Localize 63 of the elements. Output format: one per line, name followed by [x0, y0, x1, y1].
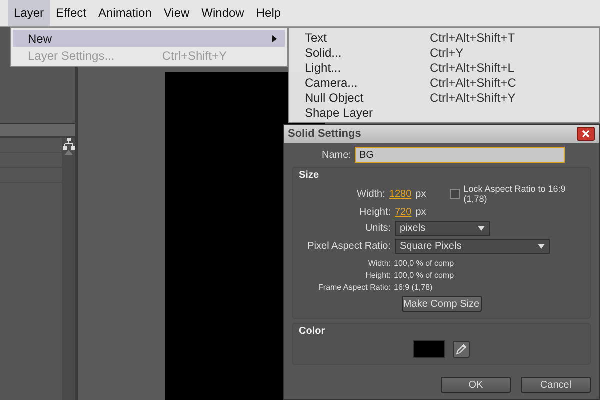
- menu-item[interactable]: Layer: [8, 0, 50, 26]
- width-value[interactable]: 1280: [389, 188, 412, 200]
- info-label: Width:: [367, 258, 391, 268]
- menu-item-label: Shape Layer: [305, 106, 374, 120]
- menu-item[interactable]: View: [158, 0, 196, 26]
- unit-label: px: [416, 188, 426, 200]
- field-label: Name:: [322, 150, 352, 160]
- menu-item[interactable]: Help: [250, 0, 288, 26]
- units-dropdown[interactable]: pixels: [395, 221, 490, 236]
- shortcut-text: Ctrl+Shift+Y: [162, 48, 227, 62]
- field-label: Pixel Aspect Ratio:: [306, 241, 391, 252]
- menu-item[interactable]: Light... Ctrl+Alt+Shift+L: [289, 60, 599, 75]
- menu-item-label: Layer Settings...: [28, 48, 116, 62]
- menu-item-label: Solid...: [305, 46, 343, 60]
- shortcut-text: Ctrl+Alt+Shift+T: [430, 30, 516, 44]
- menu-item[interactable]: Window: [196, 0, 250, 26]
- group-title: Size: [299, 170, 320, 181]
- menu-item[interactable]: New: [13, 30, 285, 47]
- dialog-button[interactable]: Cancel: [521, 377, 591, 393]
- submenu-arrow-icon: [272, 34, 277, 42]
- pixel-aspect-dropdown[interactable]: Square Pixels: [395, 239, 550, 254]
- close-button[interactable]: [577, 127, 595, 141]
- lock-checkbox[interactable]: [450, 189, 460, 199]
- shortcut-text: Ctrl+Alt+Shift+C: [430, 76, 516, 90]
- scroll-up-icon[interactable]: [64, 150, 72, 155]
- info-value: 16:9 (1,78): [394, 282, 433, 292]
- checkbox-label: Lock Aspect Ratio to 16:9 (1,78): [464, 184, 567, 204]
- field-label: Width:: [356, 188, 386, 200]
- menu-item-label: Light...: [305, 60, 342, 74]
- info-value: 100,0 % of comp: [394, 258, 454, 268]
- shortcut-text: Ctrl+Y: [430, 46, 464, 60]
- menu-item[interactable]: Animation: [92, 0, 158, 26]
- menu-item[interactable]: Text Ctrl+Alt+Shift+T: [289, 30, 599, 45]
- unit-label: px: [416, 207, 426, 218]
- make-comp-size-button[interactable]: Make Comp Size: [402, 296, 482, 312]
- hierarchy-icon[interactable]: [62, 138, 74, 150]
- close-icon: [582, 130, 590, 138]
- group-title: Color: [299, 326, 326, 337]
- menu-item[interactable]: Effect: [50, 0, 92, 26]
- scrollbar[interactable]: [62, 138, 75, 400]
- color-swatch[interactable]: [413, 340, 445, 358]
- height-value[interactable]: 720: [395, 207, 412, 218]
- menu-item-label: Camera...: [305, 76, 359, 90]
- field-label: Height:: [358, 207, 391, 218]
- menu-item[interactable]: Shape Layer: [289, 105, 599, 120]
- menu-item[interactable]: Solid... Ctrl+Y: [289, 45, 599, 60]
- name-field[interactable]: BG: [355, 147, 566, 163]
- dialog-button[interactable]: OK: [441, 377, 511, 393]
- eyedropper-button[interactable]: [453, 340, 470, 358]
- menu-item[interactable]: Null Object Ctrl+Alt+Shift+Y: [289, 90, 599, 105]
- field-label: Units:: [364, 223, 391, 234]
- menu-item[interactable]: Camera... Ctrl+Alt+Shift+C: [289, 75, 599, 90]
- dialog-title: Solid Settings: [288, 128, 362, 140]
- menu-item-label: New: [28, 32, 54, 46]
- menu-item-label: Null Object: [305, 90, 365, 104]
- dropdown-caret-icon: [538, 244, 545, 249]
- info-label: Frame Aspect Ratio:: [318, 282, 391, 292]
- info-label: Height:: [364, 270, 391, 280]
- menu-item-label: Text: [305, 30, 328, 44]
- shortcut-text: Ctrl+Alt+Shift+L: [430, 60, 514, 74]
- info-value: 100,0 % of comp: [394, 270, 454, 280]
- dropdown-caret-icon: [478, 226, 485, 231]
- shortcut-text: Ctrl+Alt+Shift+Y: [430, 90, 516, 104]
